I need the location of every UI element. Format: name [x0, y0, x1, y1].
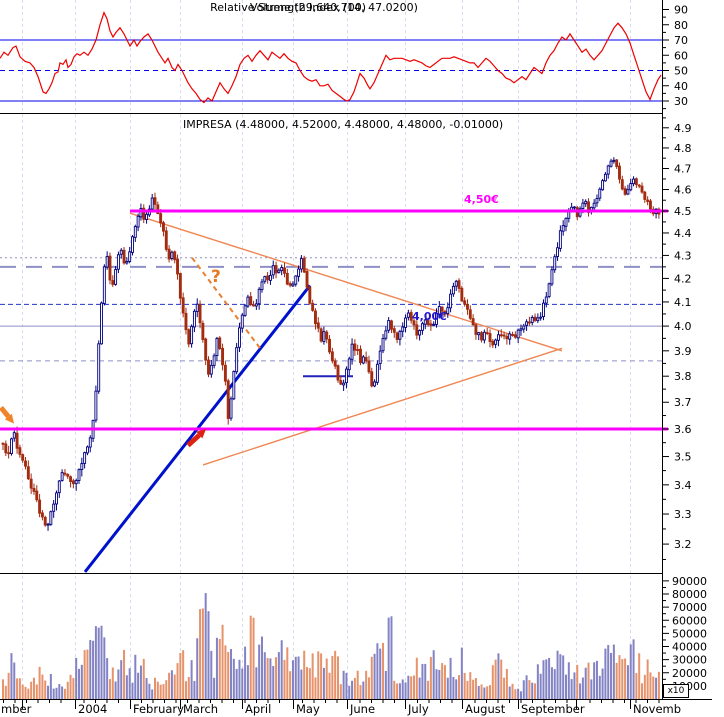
price-axis-label: 4.1: [674, 296, 692, 309]
stock-chart-window: 90 80 70 60 50 40 30 4.9 4.8 4.7 4.6 4.5 4.4 4.3 4.2 4.…: [0, 0, 724, 717]
volume-axis-label: 30000: [672, 654, 707, 667]
x-axis-month-label: September: [521, 702, 585, 716]
price-axis-label: 3.3: [674, 508, 692, 521]
price-axis-label: 3.8: [674, 370, 692, 383]
x-axis-month-label: August: [465, 702, 506, 716]
x-axis-month-label: March: [183, 702, 218, 716]
price-axis-label: 3.4: [674, 479, 692, 492]
question-mark-annotation: ?: [211, 267, 221, 287]
price-axis-label: 4.9: [674, 122, 692, 135]
rsi-axis-label: 90: [674, 4, 688, 17]
volume-axis-label: 50000: [672, 627, 707, 640]
price-axis-label: 4.4: [674, 227, 692, 240]
rsi-axis-label: 60: [674, 49, 688, 62]
rsi-plot-area[interactable]: [0, 0, 662, 113]
price-axis-label: 3.5: [674, 451, 692, 464]
x-axis-month-label: June: [349, 702, 375, 716]
volume-indicator-title: Volume (29,640,700): [250, 1, 366, 14]
resistance-price-label: 4,50€: [464, 193, 499, 206]
volume-multiplier-label: x10: [663, 684, 689, 698]
price-axis-label: 4.7: [674, 163, 692, 176]
chart-canvas: 90 80 70 60 50 40 30 4.9 4.8 4.7 4.6 4.5 4.4 4.3 4.2 4.…: [0, 0, 724, 717]
price-axis-label: 3.7: [674, 396, 692, 409]
price-axis-label: 4.0: [674, 320, 692, 333]
rsi-axis-label: 50: [674, 65, 688, 78]
x-axis-month-label: February: [133, 702, 184, 716]
price-axis-label: 3.9: [674, 345, 692, 358]
price-axis-label: 4.6: [674, 184, 692, 197]
price-axis-label: 3.6: [674, 423, 692, 436]
price-axis-label: 4.2: [674, 272, 692, 285]
x-axis-month-label: Novemb: [633, 702, 681, 716]
price-plot-area[interactable]: [0, 114, 662, 573]
volume-axis-label: 70000: [672, 601, 707, 614]
support-price-label: 4,00€: [412, 310, 447, 323]
x-axis-month-label: July: [407, 702, 429, 716]
price-axis-label: 3.2: [674, 538, 692, 551]
x-axis-month-label: April: [245, 702, 271, 716]
volume-axis-label: 40000: [672, 641, 707, 654]
x-axis-month-label: mber: [1, 702, 32, 716]
volume-axis-label: 20000: [672, 667, 707, 680]
rsi-axis-label: 70: [674, 34, 688, 47]
x-axis-month-label: May: [296, 702, 320, 716]
price-axis-label: 4.5: [674, 205, 692, 218]
volume-plot-area[interactable]: [0, 574, 662, 699]
volume-axis-label: 90000: [672, 575, 707, 588]
rsi-axis-label: 40: [674, 80, 688, 93]
volume-axis-label: 60000: [672, 614, 707, 627]
rsi-axis-label: 80: [674, 19, 688, 32]
volume-axis-label: 80000: [672, 588, 707, 601]
rsi-axis-label: 30: [674, 95, 688, 108]
x-axis-month-label: 2004: [78, 702, 107, 716]
price-axis-label: 4.8: [674, 142, 692, 155]
price-axis-label: 4.3: [674, 249, 692, 262]
chart-title: IMPRESA (4.48000, 4.52000, 4.48000, 4.48…: [183, 118, 504, 131]
